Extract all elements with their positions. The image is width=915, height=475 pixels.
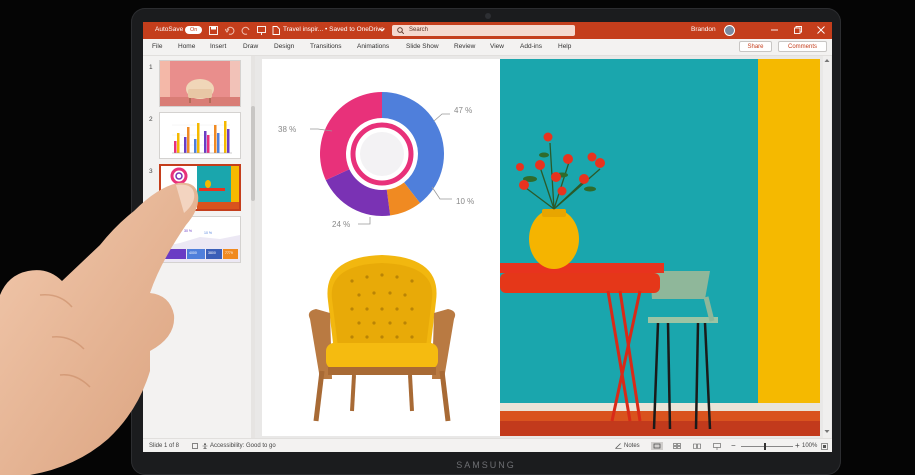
slide-thumbnail-1[interactable] [159, 60, 241, 107]
leader-line-1 [433, 113, 450, 122]
current-slide[interactable]: 47 % 10 % 24 % 38 % [262, 59, 820, 436]
donut-chart [310, 92, 452, 225]
armchair-image [308, 255, 456, 422]
chevron-down-icon[interactable] [379, 28, 385, 32]
minimize-icon[interactable] [771, 29, 778, 31]
leader-line-2 [431, 186, 452, 200]
hand-touching-screen [0, 182, 199, 475]
title-bar: AutoSave On Travel inspir... • Saved to … [143, 22, 832, 39]
document-icon [272, 26, 280, 35]
comments-label: Comments [787, 44, 817, 50]
thumbnail-number: 3 [149, 168, 153, 175]
scroll-up-icon[interactable] [824, 58, 830, 63]
restore-icon[interactable] [794, 26, 802, 34]
autosave-label: AutoSave [155, 26, 184, 33]
donut-slice-3 [325, 169, 391, 217]
present-icon[interactable] [257, 26, 266, 35]
search-placeholder: Search [409, 27, 429, 33]
tab-animations[interactable]: Animations [357, 43, 389, 50]
autosave-state: On [190, 27, 198, 33]
thumbnail-2-bar-chart [160, 113, 240, 158]
close-icon[interactable] [817, 26, 825, 34]
interior-photo [500, 59, 820, 436]
tab-view[interactable]: View [490, 43, 504, 50]
undo-icon[interactable] [225, 26, 235, 35]
chart-label-38: 38 % [278, 125, 297, 134]
scroll-down-icon[interactable] [824, 429, 830, 434]
zoom-slider-track[interactable] [741, 446, 793, 447]
search-icon [397, 27, 404, 34]
powerpoint-window: AutoSave On Travel inspir... • Saved to … [143, 22, 832, 452]
tab-file[interactable]: File [152, 43, 162, 50]
ribbon-tabs: File Home Insert Draw Design Transitions… [143, 39, 832, 56]
document-title[interactable]: Travel inspir... • Saved to OneDrive [283, 26, 384, 33]
thumbnail-1-image [160, 61, 240, 106]
tab-draw[interactable]: Draw [243, 43, 258, 50]
zoom-in-button[interactable]: + [795, 441, 800, 450]
chart-label-10: 10 % [456, 197, 475, 206]
tab-help[interactable]: Help [558, 43, 571, 50]
avatar[interactable] [724, 25, 735, 36]
zoom-slider-thumb[interactable] [764, 443, 766, 450]
zoom-level[interactable]: 100% [802, 443, 817, 449]
donut-center [360, 132, 404, 176]
tab-add-ins[interactable]: Add-ins [520, 43, 542, 50]
share-label: Share [747, 44, 764, 50]
zoom-out-button[interactable]: − [731, 441, 736, 450]
notes-button[interactable]: Notes [624, 443, 640, 449]
chart-label-47: 47 % [454, 106, 473, 115]
reading-view-icon[interactable] [693, 443, 701, 449]
slide-sorter-icon[interactable] [673, 443, 681, 449]
thumbnail-number: 2 [149, 116, 153, 123]
canvas-scrollbar[interactable] [823, 56, 831, 438]
accessibility-status[interactable]: Accessibility: Good to go [210, 443, 276, 449]
slide-thumbnail-2[interactable] [159, 112, 241, 159]
fit-slide-icon[interactable] [821, 443, 828, 450]
save-icon[interactable] [209, 26, 218, 35]
user-name[interactable]: Brandon [691, 26, 716, 33]
search-box[interactable]: Search [392, 25, 575, 36]
camera-dot [485, 13, 491, 19]
tab-design[interactable]: Design [274, 43, 294, 50]
redo-icon[interactable] [241, 26, 251, 35]
tab-slide-show[interactable]: Slide Show [406, 43, 439, 50]
leader-line-3 [358, 217, 371, 225]
slide-canvas: 47 % 10 % 24 % 38 % [255, 56, 832, 438]
thumbnail-number: 1 [149, 64, 153, 71]
chart-label-24: 24 % [332, 220, 351, 229]
tab-insert[interactable]: Insert [210, 43, 226, 50]
comments-button[interactable]: Comments [778, 41, 827, 52]
normal-view-icon[interactable] [651, 442, 663, 450]
share-button[interactable]: Share [739, 41, 772, 52]
notes-icon[interactable] [615, 443, 622, 449]
thumbnail-4-label: 7779 [225, 251, 233, 255]
tab-transitions[interactable]: Transitions [310, 43, 342, 50]
slideshow-view-icon[interactable] [713, 443, 721, 450]
autosave-toggle[interactable]: On [185, 26, 202, 34]
device-brand: SAMSUNG [456, 460, 516, 470]
tab-home[interactable]: Home [178, 43, 195, 50]
status-bar: Slide 1 of 8 Accessibility: Good to go N… [143, 438, 832, 452]
tab-review[interactable]: Review [454, 43, 475, 50]
